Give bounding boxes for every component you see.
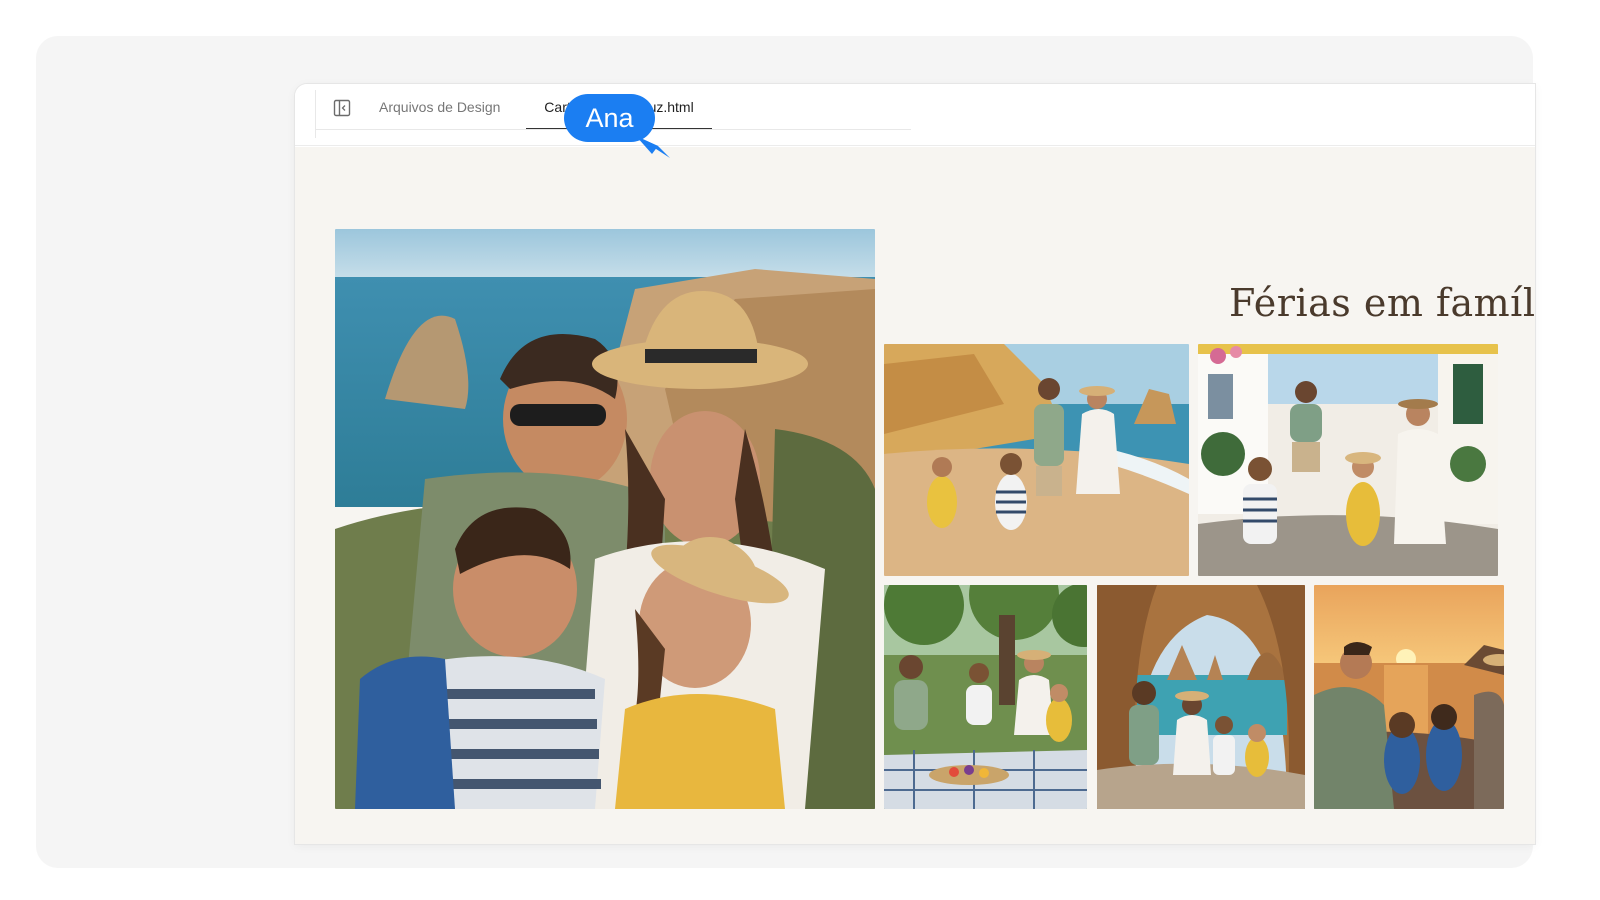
- tab-label: Arquivos de Design: [379, 99, 501, 115]
- collaborator-cursor-arrow-icon: [636, 136, 670, 158]
- beach-walk-photo[interactable]: [884, 344, 1189, 576]
- village-street-photo[interactable]: [1198, 344, 1498, 576]
- picnic-photo[interactable]: [884, 585, 1087, 809]
- design-canvas[interactable]: Férias em família: [295, 147, 1535, 844]
- collaborator-name: Ana: [585, 102, 634, 133]
- tab-design-files[interactable]: Arquivos de Design: [379, 84, 500, 130]
- sidebar-panel-icon: [333, 99, 351, 117]
- tab-bar: Arquivos de Design Cartão Estúdio Luz.ht…: [295, 84, 1535, 146]
- hero-family-photo[interactable]: [335, 229, 875, 809]
- page-title: Férias em família: [1229, 281, 1535, 325]
- sunset-photo[interactable]: [1314, 585, 1504, 809]
- sea-cave-photo[interactable]: [1097, 585, 1305, 809]
- sidebar-toggle-button[interactable]: [331, 97, 353, 119]
- app-window: Arquivos de Design Cartão Estúdio Luz.ht…: [295, 84, 1535, 844]
- tabbar-divider: [315, 90, 316, 138]
